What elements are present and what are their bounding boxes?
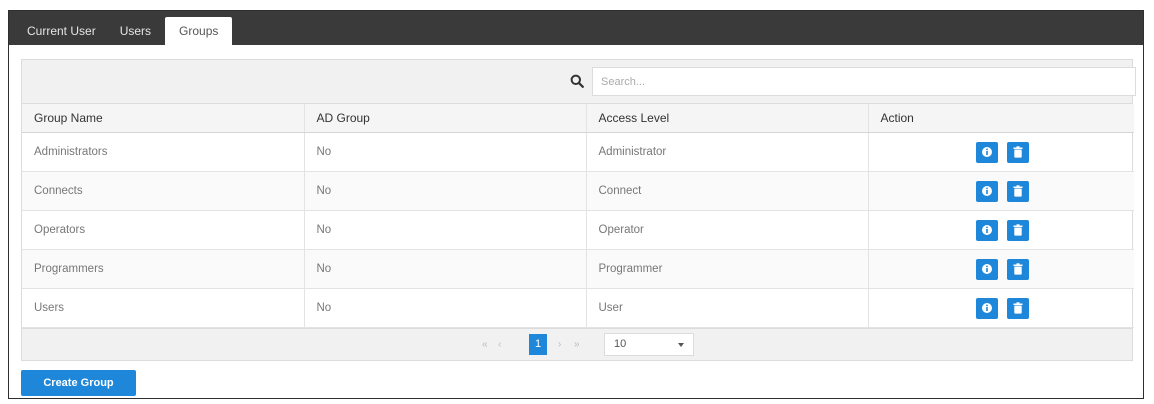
tab-groups[interactable]: Groups <box>165 17 233 45</box>
column-header-group-name[interactable]: Group Name <box>22 104 305 133</box>
cell-ad-group: No <box>304 210 587 250</box>
cell-access-level: User <box>586 288 869 328</box>
tab-bar: Current User Users Groups <box>9 11 1143 45</box>
info-icon <box>981 303 992 313</box>
search-bar <box>22 60 1136 104</box>
table-row: Administrators No Administrator <box>22 132 1134 172</box>
column-header-ad-group[interactable]: AD Group <box>304 104 587 133</box>
cell-group-name: Connects <box>22 171 305 211</box>
table-row: Programmers No Programmer <box>22 249 1134 289</box>
trash-icon <box>1013 146 1022 158</box>
column-header-access-level[interactable]: Access Level <box>586 104 869 133</box>
delete-button[interactable] <box>1006 141 1029 163</box>
table-header-row: Group Name AD Group Access Level Action <box>22 104 1134 133</box>
groups-table: Group Name AD Group Access Level Action … <box>22 104 1134 328</box>
table-row: Connects No Connect <box>22 171 1134 211</box>
info-button[interactable] <box>975 297 998 319</box>
info-icon <box>981 225 992 235</box>
cell-access-level: Operator <box>586 210 869 250</box>
delete-button[interactable] <box>1006 258 1029 280</box>
info-icon <box>981 264 992 274</box>
trash-icon <box>1013 185 1022 197</box>
info-button[interactable] <box>975 141 998 163</box>
table-row: Users No User <box>22 288 1134 328</box>
previous-page-button[interactable]: ‹ <box>498 339 501 350</box>
cell-access-level: Connect <box>586 171 869 211</box>
user-management-window: Current User Users Groups Group Name AD … <box>8 10 1144 399</box>
cell-group-name: Users <box>22 288 305 328</box>
column-header-action: Action <box>868 104 1134 133</box>
delete-button[interactable] <box>1006 297 1029 319</box>
cell-actions <box>868 288 1134 328</box>
cell-actions <box>868 249 1134 289</box>
cell-ad-group: No <box>304 288 587 328</box>
chevron-down-icon <box>678 342 684 347</box>
info-button[interactable] <box>975 180 998 202</box>
cell-group-name: Administrators <box>22 132 305 172</box>
delete-button[interactable] <box>1006 180 1029 202</box>
trash-icon <box>1013 263 1022 275</box>
cell-actions <box>868 210 1134 250</box>
tab-current-user[interactable]: Current User <box>17 17 106 45</box>
next-page-button[interactable]: › <box>558 339 561 350</box>
search-icon <box>570 74 584 88</box>
page-size-value: 10 <box>614 338 627 350</box>
delete-button[interactable] <box>1006 219 1029 241</box>
cell-actions <box>868 171 1134 211</box>
cell-access-level: Administrator <box>586 132 869 172</box>
tab-users[interactable]: Users <box>110 17 161 45</box>
cell-ad-group: No <box>304 132 587 172</box>
create-group-button[interactable]: Create Group <box>21 370 136 396</box>
table-row: Operators No Operator <box>22 210 1134 250</box>
cell-ad-group: No <box>304 249 587 289</box>
cell-access-level: Programmer <box>586 249 869 289</box>
trash-icon <box>1013 302 1022 314</box>
last-page-button[interactable]: » <box>574 339 580 350</box>
trash-icon <box>1013 224 1022 236</box>
info-button[interactable] <box>975 258 998 280</box>
cell-group-name: Programmers <box>22 249 305 289</box>
search-input[interactable] <box>592 67 1136 96</box>
cell-group-name: Operators <box>22 210 305 250</box>
page-size-select[interactable]: 10 <box>604 332 694 356</box>
info-icon <box>981 186 992 196</box>
first-page-button[interactable]: « <box>482 339 488 350</box>
groups-panel: Group Name AD Group Access Level Action … <box>21 59 1136 361</box>
cell-ad-group: No <box>304 171 587 211</box>
info-button[interactable] <box>975 219 998 241</box>
current-page-button[interactable]: 1 <box>529 333 547 355</box>
pagination-bar: « ‹ 1 › » 10 <box>22 327 1132 360</box>
info-icon <box>981 147 992 157</box>
cell-actions <box>868 132 1134 172</box>
